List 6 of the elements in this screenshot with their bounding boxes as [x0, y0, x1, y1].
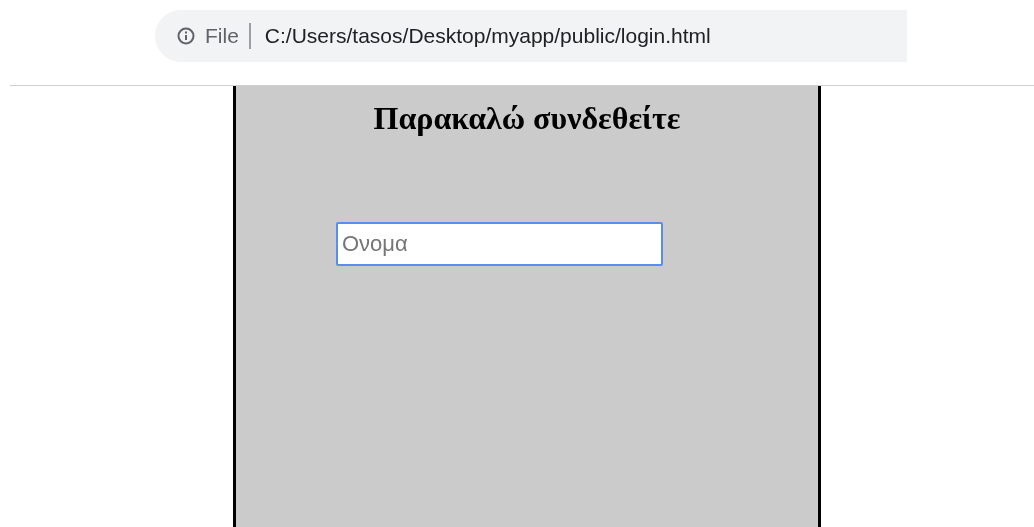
name-input-field[interactable]: Ονομα [336, 222, 663, 266]
info-icon[interactable] [177, 27, 195, 45]
login-heading: Παρακαλώ συνδεθείτε [372, 100, 682, 137]
scheme-label: File [205, 24, 239, 48]
url-text: C:/Users/tasos/Desktop/myapp/public/login.html [264, 24, 711, 48]
address-bar[interactable]: File C:/Users/tasos/Desktop/myapp/public/login.html [155, 10, 907, 62]
